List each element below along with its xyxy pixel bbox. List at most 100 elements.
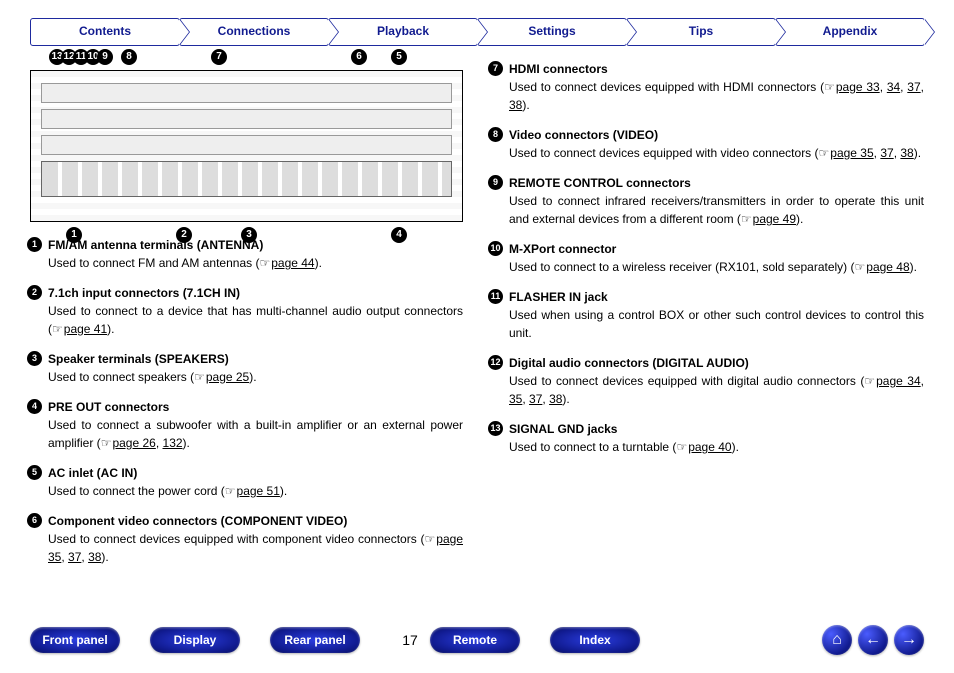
item-number-9: 9	[488, 175, 503, 190]
item-number-7: 7	[488, 61, 503, 76]
page-link[interactable]: page 35	[48, 532, 463, 564]
item-desc: Used when using a control BOX or other s…	[509, 306, 924, 342]
hand-icon	[676, 440, 688, 454]
item-number-6: 6	[27, 513, 42, 528]
page-link[interactable]: 35	[509, 392, 522, 406]
page-link[interactable]: page 51	[237, 484, 280, 498]
item-2: 27.1ch input connectors (7.1CH IN)Used t…	[48, 284, 463, 338]
hand-icon	[225, 484, 237, 498]
front-panel-button[interactable]: Front panel	[30, 627, 120, 653]
page-link[interactable]: page 25	[206, 370, 249, 384]
item-title: M-XPort connector	[509, 240, 924, 258]
item-10: 10M-XPort connectorUsed to connect to a …	[509, 240, 924, 276]
item-title: FLASHER IN jack	[509, 288, 924, 306]
item-number-4: 4	[27, 399, 42, 414]
item-title: 7.1ch input connectors (7.1CH IN)	[48, 284, 463, 302]
page-link[interactable]: 34	[887, 80, 900, 94]
tab-connections[interactable]: Connections	[179, 18, 329, 46]
hand-icon	[864, 374, 876, 388]
page-link[interactable]: 38	[549, 392, 562, 406]
item-desc: Used to connect to a wireless receiver (…	[509, 258, 924, 276]
item-number-8: 8	[488, 127, 503, 142]
item-8: 8Video connectors (VIDEO)Used to connect…	[509, 126, 924, 162]
item-9: 9REMOTE CONTROL connectorsUsed to connec…	[509, 174, 924, 228]
item-desc: Used to connect a subwoofer with a built…	[48, 416, 463, 452]
bottom-bar: Front panel Display Rear panel 17 Remote In…	[30, 625, 924, 655]
hand-icon	[194, 370, 206, 384]
item-number-10: 10	[488, 241, 503, 256]
callout-5: 5	[391, 49, 407, 65]
item-6: 6Component video connectors (COMPONENT V…	[48, 512, 463, 566]
tab-tips[interactable]: Tips	[626, 18, 776, 46]
item-13: 13SIGNAL GND jacksUsed to connect to a t…	[509, 420, 924, 456]
rear-panel-diagram: 13121110987651234	[30, 70, 463, 222]
page-link[interactable]: 37	[880, 146, 893, 160]
page-link[interactable]: page 41	[64, 322, 107, 336]
remote-button[interactable]: Remote	[430, 627, 520, 653]
item-5: 5AC inlet (AC IN)Used to connect the pow…	[48, 464, 463, 500]
item-3: 3Speaker terminals (SPEAKERS)Used to con…	[48, 350, 463, 386]
item-title: REMOTE CONTROL connectors	[509, 174, 924, 192]
item-number-5: 5	[27, 465, 42, 480]
page-link[interactable]: page 48	[866, 260, 909, 274]
index-button[interactable]: Index	[550, 627, 640, 653]
item-12: 12Digital audio connectors (DIGITAL AUDI…	[509, 354, 924, 408]
item-desc: Used to connect to a turntable (page 40)…	[509, 438, 924, 456]
page-link[interactable]: 38	[88, 550, 101, 564]
page-link[interactable]: page 44	[271, 256, 314, 270]
forward-button[interactable]: →	[894, 625, 924, 655]
rear-panel-button[interactable]: Rear panel	[270, 627, 360, 653]
item-title: SIGNAL GND jacks	[509, 420, 924, 438]
item-7: 7HDMI connectorsUsed to connect devices …	[509, 60, 924, 114]
page-link[interactable]: page 33	[836, 80, 880, 94]
page-number: 17	[390, 632, 430, 648]
item-number-3: 3	[27, 351, 42, 366]
page-link[interactable]: 37	[68, 550, 81, 564]
hand-icon	[741, 212, 753, 226]
tab-settings[interactable]: Settings	[477, 18, 627, 46]
hand-icon	[101, 436, 113, 450]
display-button[interactable]: Display	[150, 627, 240, 653]
item-title: FM/AM antenna terminals (ANTENNA)	[48, 236, 463, 254]
item-desc: Used to connect the power cord (page 51)…	[48, 482, 463, 500]
page-link[interactable]: 132	[163, 436, 183, 450]
page-link[interactable]: 37	[529, 392, 542, 406]
item-desc: Used to connect infrared receivers/trans…	[509, 192, 924, 228]
item-4: 4PRE OUT connectorsUsed to connect a sub…	[48, 398, 463, 452]
item-title: PRE OUT connectors	[48, 398, 463, 416]
page-link[interactable]: 38	[900, 146, 913, 160]
callout-6: 6	[351, 49, 367, 65]
page-link[interactable]: 37	[907, 80, 920, 94]
top-nav: ContentsConnectionsPlaybackSettingsTipsA…	[30, 18, 924, 46]
item-1: 1FM/AM antenna terminals (ANTENNA)Used t…	[48, 236, 463, 272]
item-number-2: 2	[27, 285, 42, 300]
tab-playback[interactable]: Playback	[328, 18, 478, 46]
page-link[interactable]: page 40	[688, 440, 731, 454]
page-link[interactable]: page 34	[876, 374, 921, 388]
item-title: HDMI connectors	[509, 60, 924, 78]
item-11: 11FLASHER IN jackUsed when using a contr…	[509, 288, 924, 342]
item-number-12: 12	[488, 355, 503, 370]
item-number-13: 13	[488, 421, 503, 436]
home-button[interactable]: ⌂	[822, 625, 852, 655]
item-title: Digital audio connectors (DIGITAL AUDIO)	[509, 354, 924, 372]
page-link[interactable]: page 35	[830, 146, 873, 160]
item-desc: Used to connect FM and AM antennas (page…	[48, 254, 463, 272]
item-desc: Used to connect speakers (page 25).	[48, 368, 463, 386]
page-link[interactable]: page 26	[112, 436, 155, 450]
tab-appendix[interactable]: Appendix	[775, 18, 925, 46]
callout-7: 7	[211, 49, 227, 65]
page-link[interactable]: page 49	[753, 212, 796, 226]
item-title: Video connectors (VIDEO)	[509, 126, 924, 144]
item-desc: Used to connect devices equipped with vi…	[509, 144, 924, 162]
item-title: AC inlet (AC IN)	[48, 464, 463, 482]
hand-icon	[259, 256, 271, 270]
back-button[interactable]: ←	[858, 625, 888, 655]
item-title: Component video connectors (COMPONENT VI…	[48, 512, 463, 530]
tab-contents[interactable]: Contents	[30, 18, 180, 46]
item-desc: Used to connect to a device that has mul…	[48, 302, 463, 338]
item-number-11: 11	[488, 289, 503, 304]
hand-icon	[855, 260, 867, 274]
item-desc: Used to connect devices equipped with di…	[509, 372, 924, 408]
page-link[interactable]: 38	[509, 98, 522, 112]
